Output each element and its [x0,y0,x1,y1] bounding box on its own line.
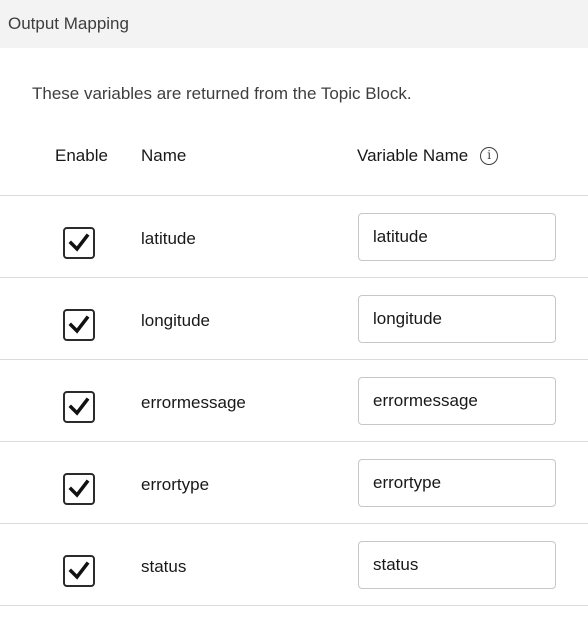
variable-source-name: longitude [141,311,211,330]
variable-source-name: status [141,557,187,576]
column-header-enable: Enable [55,146,108,165]
checkmark-icon [68,233,90,252]
output-mapping-table: latitude longitude errormessage errortyp… [0,195,588,606]
variable-source-name: errormessage [141,393,246,412]
enable-checkbox[interactable] [63,309,95,341]
enable-checkbox[interactable] [63,555,95,587]
enable-checkbox[interactable] [63,391,95,423]
table-row: latitude [0,195,588,277]
enable-checkbox[interactable] [63,473,95,505]
variable-source-name: latitude [141,229,196,248]
checkmark-icon [68,315,90,334]
table-row: errormessage [0,359,588,441]
variable-name-input[interactable] [358,213,556,261]
variable-name-input[interactable] [358,295,556,343]
table-row: longitude [0,277,588,359]
column-header-variable-name-label: Variable Name [357,146,469,165]
variable-name-input[interactable] [358,459,556,507]
checkmark-icon [68,397,90,416]
info-icon[interactable]: i [480,147,499,165]
checkmark-icon [68,561,90,580]
column-header-name: Name [141,146,187,165]
description-text: These variables are returned from the To… [32,84,412,103]
section-header-output-mapping[interactable]: Output Mapping [0,0,588,48]
checkmark-icon [68,479,90,498]
column-header-variable-name: Variable Name i [357,146,499,166]
section-title: Output Mapping [8,14,129,33]
variable-name-input[interactable] [358,377,556,425]
table-row: errortype [0,441,588,523]
table-row: status [0,523,588,606]
enable-checkbox[interactable] [63,227,95,259]
variable-name-input[interactable] [358,541,556,589]
variable-source-name: errortype [141,475,210,494]
